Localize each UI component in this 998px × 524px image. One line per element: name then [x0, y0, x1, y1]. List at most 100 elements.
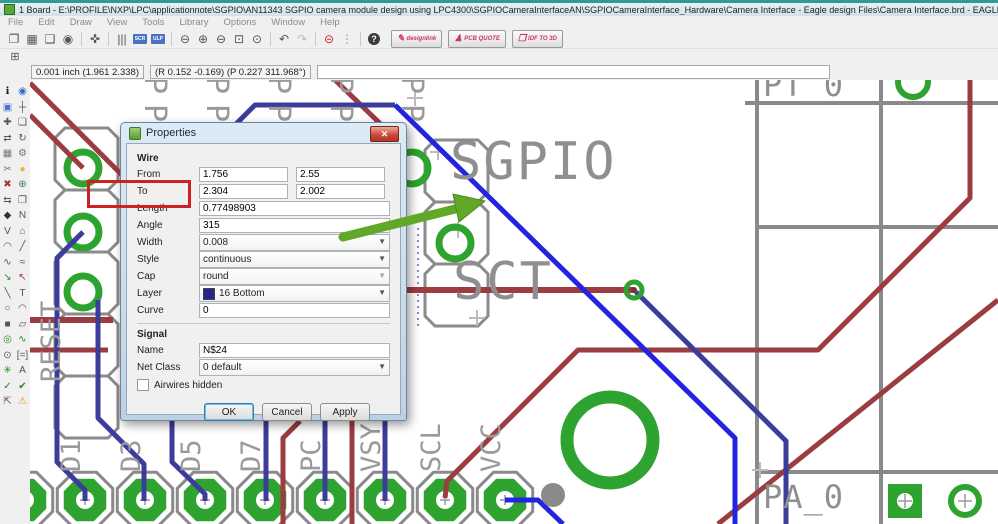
menu-edit[interactable]: Edit	[38, 17, 54, 28]
zoom-select-icon[interactable]: ⊡	[230, 31, 248, 47]
style-combo[interactable]: continuous ▼	[199, 251, 390, 268]
signal-tool-icon[interactable]: ∿	[15, 332, 30, 348]
auto-tool-icon[interactable]: A	[15, 363, 30, 379]
cancel-button[interactable]: Cancel	[262, 403, 312, 421]
close-icon[interactable]: ✕	[370, 126, 399, 142]
properties-dialog[interactable]: Properties ✕ Wire From To Len	[120, 122, 407, 421]
split-tool-icon[interactable]: ╱	[15, 239, 30, 255]
move-tool-icon[interactable]: ✚	[0, 115, 15, 131]
script-icon[interactable]: SCR	[131, 31, 149, 47]
cut-tool-icon[interactable]: ✂	[0, 162, 15, 178]
traffic-icon[interactable]: ⋮	[338, 31, 356, 47]
curve-field[interactable]	[199, 303, 390, 318]
menu-draw[interactable]: Draw	[70, 17, 92, 28]
rotate-tool-icon[interactable]: ↻	[15, 131, 30, 147]
pin-icon[interactable]: ✜	[86, 31, 104, 47]
menu-options[interactable]: Options	[224, 17, 257, 28]
layer-combo[interactable]: 16 Bottom ▼	[199, 285, 390, 302]
paste-tool-icon[interactable]: ●	[15, 162, 30, 178]
arc-tool-icon[interactable]: ◠	[15, 301, 30, 317]
apply-button[interactable]: Apply	[320, 403, 370, 421]
zoom-in-icon[interactable]: ⊕	[194, 31, 212, 47]
airwires-row: Airwires hidden	[137, 376, 390, 394]
command-line-input[interactable]	[316, 65, 830, 79]
attribute-tool-icon[interactable]: [=]	[15, 348, 30, 364]
menu-file[interactable]: File	[8, 17, 23, 28]
mirror-tool-icon[interactable]: ⇄	[0, 131, 15, 147]
smash-tool-icon[interactable]: ⌂	[15, 224, 30, 240]
dialog-title-bar[interactable]: Properties ✕	[126, 123, 401, 143]
pinswap-tool-icon[interactable]: ⇆	[0, 193, 15, 209]
ratsnest-tool-icon[interactable]: ✳	[0, 363, 15, 379]
lock-tool-icon[interactable]: ◆	[0, 208, 15, 224]
length-field[interactable]	[199, 201, 390, 216]
grid-icon[interactable]: ⊞	[6, 49, 24, 65]
meander-tool-icon[interactable]: ∿	[0, 255, 15, 271]
stop-icon[interactable]: ⊝	[320, 31, 338, 47]
info-tool-icon[interactable]: ℹ	[0, 84, 15, 100]
change-tool-icon[interactable]: ⚙	[15, 146, 30, 162]
menu-window[interactable]: Window	[271, 17, 305, 28]
chevron-down-icon: ▼	[378, 237, 386, 246]
angle-field[interactable]	[199, 218, 390, 233]
miter-tool-icon[interactable]: ◠	[0, 239, 15, 255]
show-tool-icon[interactable]: ◉	[15, 84, 30, 100]
help-icon[interactable]: ?	[365, 31, 383, 47]
group-tool-icon[interactable]: ▦	[0, 146, 15, 162]
drc-tool-icon[interactable]: ✔	[15, 379, 30, 395]
route-tool-icon[interactable]: ↘	[0, 270, 15, 286]
style-row: Style continuous ▼	[137, 251, 390, 268]
open-board-icon[interactable]: ❐	[5, 31, 23, 47]
from-x-field[interactable]	[199, 167, 288, 182]
menu-view[interactable]: View	[107, 17, 127, 28]
cam-bars-icon[interactable]: |||	[113, 31, 131, 47]
width-combo[interactable]: 0.008 ▼	[199, 234, 390, 251]
from-y-field[interactable]	[296, 167, 385, 182]
save-icon[interactable]: ▦	[23, 31, 41, 47]
value-tool-icon[interactable]: V	[0, 224, 15, 240]
zoom-page-icon[interactable]: ⊖	[212, 31, 230, 47]
zoom-out-icon[interactable]: ⊖	[176, 31, 194, 47]
via-tool-icon[interactable]: ◎	[0, 332, 15, 348]
net-class-combo[interactable]: 0 default ▼	[199, 359, 390, 376]
optimize-tool-icon[interactable]: ≈	[15, 255, 30, 271]
errors-tool-icon[interactable]: ⚠	[15, 394, 30, 410]
idf-to-3d-button[interactable]: ❒ IDF TO 3D	[511, 29, 563, 48]
mark-tool-icon[interactable]: ┼	[15, 100, 30, 116]
redo-icon[interactable]: ↷	[293, 31, 311, 47]
replace-tool-icon[interactable]: ❐	[15, 193, 30, 209]
add-tool-icon[interactable]: ⊕	[15, 177, 30, 193]
delete-tool-icon[interactable]: ✖	[0, 177, 15, 193]
ulp-icon[interactable]: ULP	[149, 31, 167, 47]
erc-tool-icon[interactable]: ✓	[0, 379, 15, 395]
menu-help[interactable]: Help	[320, 17, 340, 28]
signal-name-field[interactable]	[199, 343, 390, 358]
cap-combo[interactable]: round ▼	[199, 268, 390, 285]
text-tool-icon[interactable]: T	[15, 286, 30, 302]
ripup-tool-icon[interactable]: ↖	[15, 270, 30, 286]
circle-tool-icon[interactable]: ○	[0, 301, 15, 317]
hole-tool-icon[interactable]: ⊙	[0, 348, 15, 364]
wire-tool-icon[interactable]: ╲	[0, 286, 15, 302]
display-tool-icon[interactable]: ▣	[0, 100, 15, 116]
print-icon[interactable]: ❑	[41, 31, 59, 47]
dimension-tool-icon[interactable]: ⇱	[0, 394, 15, 410]
undo-icon[interactable]: ↶	[275, 31, 293, 47]
airwires-checkbox[interactable]	[137, 379, 149, 391]
zoom-redraw-icon[interactable]: ⊙	[248, 31, 266, 47]
designlink-button[interactable]: ✎ designlink	[391, 29, 443, 48]
rect-tool-icon[interactable]: ■	[0, 317, 15, 333]
vendor-icon: ♟	[454, 33, 463, 43]
to-x-field[interactable]	[199, 184, 288, 199]
copy-tool-icon[interactable]: ❏	[15, 115, 30, 131]
export-image-icon[interactable]: ◉	[59, 31, 77, 47]
menu-library[interactable]: Library	[179, 17, 208, 28]
polygon-tool-icon[interactable]: ▱	[15, 317, 30, 333]
pcb-quote-button[interactable]: ♟ PCB QUOTE	[448, 29, 506, 48]
to-y-field[interactable]	[296, 184, 385, 199]
menu-tools[interactable]: Tools	[142, 17, 164, 28]
title-bar[interactable]: 1 Board - E:\PROFILE\NXP\LPC\application…	[0, 3, 998, 16]
board-canvas[interactable]: SGPIO SCT PT_0 PA_0 RESET D1 D3 D5 D7 PC VSY S…	[30, 80, 998, 524]
name-tool-icon[interactable]: N	[15, 208, 30, 224]
ok-button[interactable]: OK	[204, 403, 254, 421]
